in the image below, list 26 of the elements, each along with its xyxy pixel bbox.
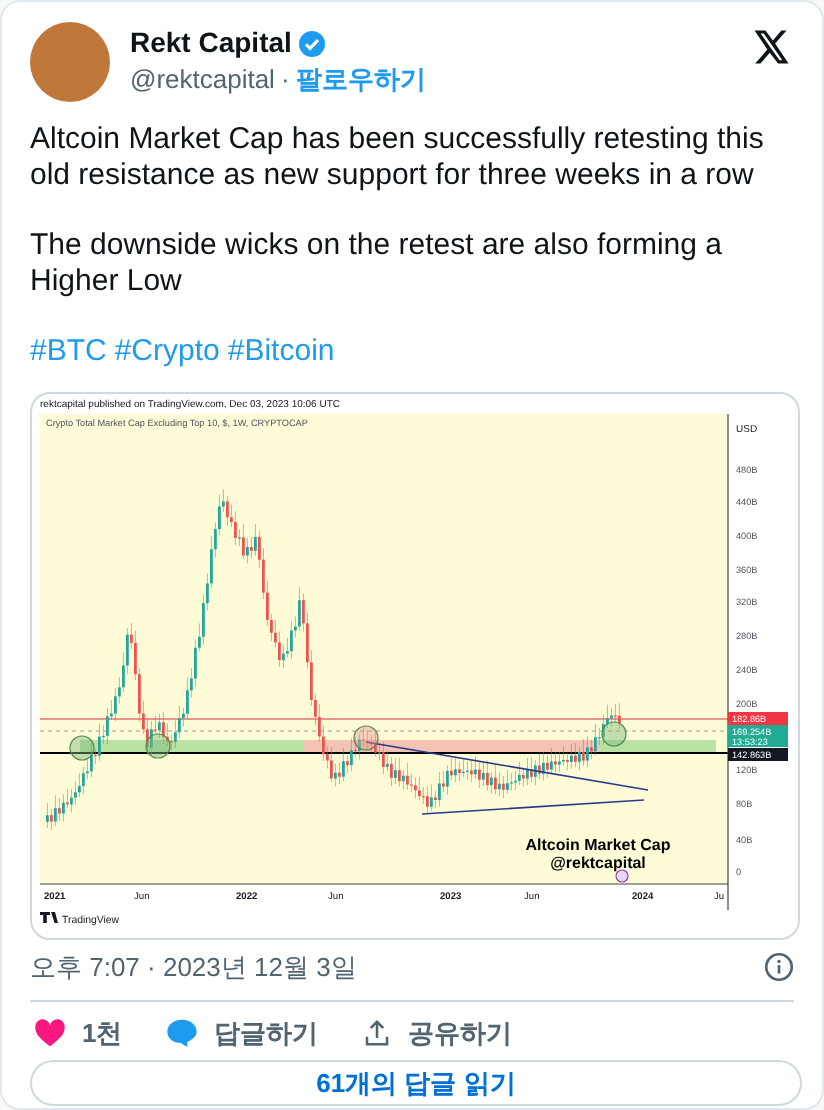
separator: · — [280, 62, 290, 96]
author-handle[interactable]: @rektcapital — [130, 62, 275, 96]
tradingview-logo-icon — [40, 912, 58, 923]
support-zone — [600, 740, 716, 752]
highlight-circle — [353, 725, 379, 751]
heart-icon — [34, 1017, 66, 1048]
like-button[interactable]: 1천 — [30, 1013, 127, 1052]
chart-annotation: Altcoin Market Cap — [525, 836, 671, 854]
highlight-circle — [601, 721, 627, 747]
marker-icon — [615, 869, 629, 883]
chart-annotation: @rektcapital — [550, 854, 646, 872]
info-icon[interactable] — [764, 952, 794, 983]
reply-button[interactable]: 답글하기 — [162, 1013, 323, 1052]
speech-bubble-icon — [166, 1017, 199, 1048]
post-text: The downside wicks on the retest are also forming a Higher Low — [30, 228, 725, 300]
timestamp[interactable]: 오후 7:07 · 2023년 12월 3일 — [30, 948, 357, 987]
highlight-circle — [145, 733, 171, 759]
avatar[interactable] — [30, 22, 110, 102]
read-replies-button[interactable]: 61개의 답글 읽기 — [30, 1060, 802, 1106]
author-name[interactable]: Rekt Capital — [130, 26, 292, 60]
x-logo-icon[interactable] — [754, 30, 790, 64]
chart-image[interactable] — [30, 392, 800, 940]
share-button[interactable]: 공유하기 — [358, 1013, 517, 1052]
highlight-circle — [69, 735, 95, 761]
post-text: Altcoin Market Cap has been successfully retesting this old resistance as new support for three weeks in a row — [30, 122, 766, 194]
share-icon — [362, 1017, 393, 1048]
